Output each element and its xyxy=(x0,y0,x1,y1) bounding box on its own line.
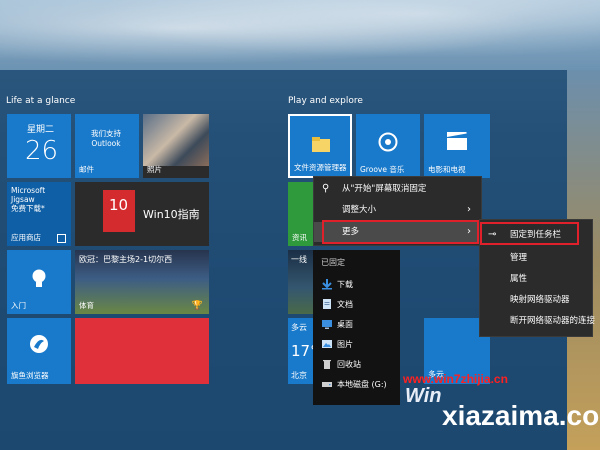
trophy-icon: 🏆 xyxy=(191,301,203,311)
desktop-icon xyxy=(322,320,332,329)
jumplist-disk-label: 本地磁盘 (G:) xyxy=(337,380,387,389)
jumplist-header: 已固定 xyxy=(321,258,345,267)
sports-tile[interactable]: 欧冠：巴黎主场2-1切尔西 体育 🏆 xyxy=(75,250,209,314)
document-icon xyxy=(323,299,331,309)
section-title-life: Life at a glance xyxy=(6,96,76,106)
submenu-disconnect-label: 断开网络驱动器的连接 xyxy=(510,316,596,326)
store-promo: Microsoft Jigsaw 免费下载* xyxy=(11,186,45,213)
weather-city: 北京 xyxy=(291,371,307,380)
submenu-item-manage[interactable]: 管理 xyxy=(480,248,592,268)
submenu-item-disconnect-drive[interactable]: 断开网络驱动器的连接 xyxy=(480,311,596,331)
recycle-bin-icon xyxy=(323,360,331,369)
submenu-manage-label: 管理 xyxy=(510,253,528,263)
red-tile[interactable] xyxy=(75,318,209,384)
submenu-item-map-drive[interactable]: 映射网络驱动器 xyxy=(480,290,592,310)
jumplist-item-desktop[interactable]: 桌面 xyxy=(313,315,400,334)
groove-music-icon xyxy=(378,132,398,152)
file-explorer-label: 文件资源管理器 xyxy=(294,163,347,172)
jumplist-item-pictures[interactable]: 图片 xyxy=(313,335,400,354)
picture-icon xyxy=(322,340,332,348)
jumplist-item-recycle-bin[interactable]: 回收站 xyxy=(313,355,400,374)
get-started-tile[interactable]: 入门 xyxy=(7,250,71,314)
weather-cond-top: 多云 xyxy=(291,323,307,332)
mail-promo: 我们支持 Outlook xyxy=(91,128,121,148)
store-promo-line2: Jigsaw xyxy=(11,195,35,204)
calendar-tile[interactable]: 星期二 26 xyxy=(7,114,71,178)
movies-label: 电影和电视 xyxy=(428,165,466,174)
store-promo-line1: Microsoft xyxy=(11,186,46,195)
jumplist-panel: 已固定 下载 文档 桌面 图片 回收站 本地磁盘 (G:) xyxy=(313,250,400,405)
jumplist-pictures-label: 图片 xyxy=(337,340,353,349)
jumplist-item-documents[interactable]: 文档 xyxy=(313,295,400,314)
folder-icon xyxy=(312,137,330,152)
groove-tile[interactable]: Groove 音乐 xyxy=(356,114,420,178)
lightbulb-icon xyxy=(32,269,46,287)
jumplist-documents-label: 文档 xyxy=(337,300,353,309)
file-explorer-tile[interactable]: 文件资源管理器 xyxy=(288,114,352,178)
browser-label: 旗鱼浏览器 xyxy=(11,371,49,380)
jumplist-item-downloads[interactable]: 下载 xyxy=(313,275,400,294)
get-started-label: 入门 xyxy=(11,301,26,310)
mail-promo-line2: Outlook xyxy=(91,139,121,148)
news-label: 资讯 xyxy=(292,233,307,242)
store-promo-line3: 免费下载* xyxy=(11,204,45,213)
store-label: 应用商店 xyxy=(11,233,41,242)
menu-item-resize-label: 调整大小 xyxy=(342,205,377,215)
jumplist-item-local-disk[interactable]: 本地磁盘 (G:) xyxy=(313,375,400,394)
highlight-box-more xyxy=(322,220,479,244)
sports-label: 体育 xyxy=(79,301,94,310)
groove-label: Groove 音乐 xyxy=(360,165,405,174)
desktop-sky xyxy=(0,0,600,70)
photos-label: 照片 xyxy=(147,165,162,174)
photos-image xyxy=(143,114,209,166)
submenu-item-properties[interactable]: 属性 xyxy=(480,269,592,289)
submenu-properties-label: 属性 xyxy=(510,274,528,284)
disk-icon xyxy=(322,382,332,387)
store-tile[interactable]: Microsoft Jigsaw 免费下载* 应用商店 xyxy=(7,182,71,246)
menu-item-resize[interactable]: 调整大小 › xyxy=(314,200,481,220)
win10-title: Win10指南 xyxy=(143,208,200,221)
jumplist-desktop-label: 桌面 xyxy=(337,320,353,329)
browser-logo-icon xyxy=(30,335,48,353)
calendar-day: 星期二 xyxy=(27,125,55,135)
photos-tile[interactable]: 照片 xyxy=(143,114,209,178)
jumplist-recycle-label: 回收站 xyxy=(337,360,361,369)
section-title-play: Play and explore xyxy=(288,96,363,106)
watermark-site: xiazaima.com xyxy=(442,400,600,431)
clapperboard-icon xyxy=(447,132,467,150)
movies-tile[interactable]: 电影和电视 xyxy=(424,114,490,178)
win10-guide-tile[interactable]: 10 Win10指南 xyxy=(75,182,209,246)
mail-tile[interactable]: 我们支持 Outlook 邮件 xyxy=(75,114,139,178)
watermark-logo: Win xyxy=(405,385,442,407)
mail-promo-line1: 我们支持 xyxy=(91,129,121,138)
menu-item-unpin-label: 从"开始"屏幕取消固定 xyxy=(342,184,427,194)
sports-headline: 欧冠：巴黎主场2-1切尔西 xyxy=(79,255,173,264)
store-bag-icon xyxy=(57,234,66,243)
calendar-date: 26 xyxy=(25,136,59,166)
mail-label: 邮件 xyxy=(79,165,94,174)
download-icon xyxy=(322,279,332,290)
win10-badge: 10 xyxy=(109,196,129,214)
browser-tile[interactable]: 旗鱼浏览器 xyxy=(7,318,71,384)
jumplist-downloads-label: 下载 xyxy=(337,280,353,289)
watermark-url: www.win7zhijia.cn xyxy=(403,372,508,386)
lockscreen-label: 一线 xyxy=(291,255,307,264)
unpin-icon: ⚲ xyxy=(322,183,330,194)
chevron-right-icon: › xyxy=(467,204,471,215)
menu-item-unpin[interactable]: ⚲ 从"开始"屏幕取消固定 xyxy=(314,179,481,199)
submenu-map-label: 映射网络驱动器 xyxy=(510,295,570,305)
highlight-box-pin xyxy=(480,222,579,245)
win10-book-icon: 10 xyxy=(103,190,135,232)
